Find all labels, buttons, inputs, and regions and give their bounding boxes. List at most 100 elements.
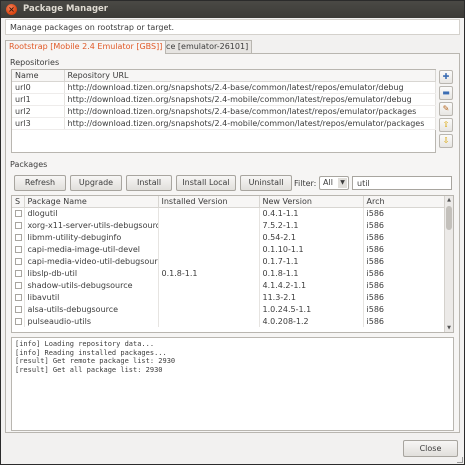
repository-row[interactable]: url1 http://download.tizen.org/snapshots/… [12, 93, 436, 106]
package-row[interactable]: libmm-utility-debuginfo 0.54-2.1 i586 [12, 231, 446, 243]
repository-row[interactable]: url2 http://download.tizen.org/snapshots/… [12, 105, 436, 118]
window-close-icon[interactable]: × [6, 4, 17, 15]
package-checkbox-cell[interactable] [12, 243, 25, 255]
remove-repository-button[interactable]: ▬ [439, 86, 453, 100]
package-manager-window: × Package Manager Manage packages on roo… [0, 0, 465, 465]
package-checkbox-cell[interactable] [12, 219, 25, 231]
package-arch: i586 [363, 219, 446, 231]
install-local-button[interactable]: Install Local [176, 175, 236, 191]
resize-grip-icon[interactable] [457, 457, 463, 463]
column-header-arch[interactable]: Arch [363, 196, 446, 208]
log-line: [info] Reading installed packages... [15, 348, 167, 357]
repository-row[interactable]: url3 http://download.tizen.org/snapshots/… [12, 117, 436, 130]
package-name: alsa-utils-debugsource [24, 303, 159, 315]
uninstall-button[interactable]: Uninstall [240, 175, 292, 191]
repositories-label: Repositories [10, 58, 60, 67]
package-checkbox[interactable] [15, 233, 22, 241]
package-checkbox[interactable] [15, 269, 22, 277]
package-arch: i586 [363, 231, 446, 243]
move-down-icon: ⇩ [442, 136, 450, 145]
new-version: 1.0.24.5-1.1 [259, 303, 364, 315]
header-message: Manage packages on rootstrap or target. [5, 19, 460, 35]
package-checkbox[interactable] [15, 317, 22, 325]
package-checkbox-cell[interactable] [12, 291, 25, 303]
move-down-repository-button[interactable]: ⇩ [439, 134, 453, 148]
package-name: capi-media-image-util-devel [24, 243, 159, 255]
repository-url: http://download.tizen.org/snapshots/2.4-… [64, 81, 436, 94]
package-checkbox-cell[interactable] [12, 255, 25, 267]
repository-row[interactable]: url0 http://download.tizen.org/snapshots/… [12, 81, 436, 94]
repositories-table: Name Repository URL url0 http://download.… [11, 69, 436, 153]
add-repository-button[interactable]: ✚ [439, 70, 453, 84]
new-version: 0.1.8-1.1 [259, 267, 364, 279]
package-checkbox-cell[interactable] [12, 231, 25, 243]
install-button[interactable]: Install [126, 175, 172, 191]
tab-rootstrap[interactable]: Rootstrap [Mobile 2.4 Emulator [GBS]] [5, 40, 167, 54]
move-up-icon: ⇧ [442, 120, 450, 129]
installed-version [158, 279, 260, 291]
scroll-thumb[interactable] [446, 206, 452, 230]
package-row[interactable]: dlogutil 0.4.1-1.1 i586 [12, 207, 446, 219]
package-name: pulseaudio-utils [24, 315, 159, 327]
column-header-package-name[interactable]: Package Name [24, 196, 159, 208]
new-version: 11.3-2.1 [259, 291, 364, 303]
repository-name: url1 [12, 93, 65, 106]
add-icon: ✚ [442, 72, 450, 81]
column-header-url[interactable]: Repository URL [64, 70, 436, 82]
package-checkbox-cell[interactable] [12, 207, 25, 219]
chevron-down-icon: ▼ [338, 178, 347, 188]
packages-label: Packages [10, 160, 48, 169]
close-button[interactable]: Close [403, 440, 458, 457]
installed-version [158, 243, 260, 255]
package-row[interactable]: capi-media-image-util-devel 0.1.10-1.1 i58… [12, 243, 446, 255]
scroll-up-icon[interactable]: ▲ [445, 196, 453, 204]
package-checkbox-cell[interactable] [12, 315, 25, 327]
package-checkbox[interactable] [15, 281, 22, 289]
package-checkbox[interactable] [15, 209, 22, 217]
log-line: [info] Loading repository data... [15, 340, 155, 348]
package-checkbox[interactable] [15, 305, 22, 313]
package-row[interactable]: shadow-utils-debugsource 4.1.4.2-1.1 i586 [12, 279, 446, 291]
scroll-down-icon[interactable]: ▼ [445, 324, 453, 332]
installed-version [158, 315, 260, 327]
package-arch: i586 [363, 315, 446, 327]
package-name: dlogutil [24, 207, 159, 219]
package-checkbox-cell[interactable] [12, 303, 25, 315]
package-row[interactable]: capi-media-video-util-debugsource 0.1.7-1… [12, 255, 446, 267]
package-checkbox-cell[interactable] [12, 279, 25, 291]
package-arch: i586 [363, 243, 446, 255]
package-arch: i586 [363, 303, 446, 315]
package-row[interactable]: libslp-db-util 0.1.8-1.1 0.1.8-1.1 i586 [12, 267, 446, 279]
package-checkbox-cell[interactable] [12, 267, 25, 279]
filter-input[interactable] [352, 176, 452, 190]
package-row[interactable]: pulseaudio-utils 4.0.208-1.2 i586 [12, 315, 446, 327]
package-row[interactable]: libavutil 11.3-2.1 i586 [12, 291, 446, 303]
package-arch: i586 [363, 255, 446, 267]
repository-url: http://download.tizen.org/snapshots/2.4-… [64, 117, 436, 130]
package-checkbox[interactable] [15, 245, 22, 253]
column-header-name[interactable]: Name [12, 70, 65, 82]
move-up-repository-button[interactable]: ⇧ [439, 118, 453, 132]
upgrade-button[interactable]: Upgrade [70, 175, 122, 191]
installed-version [158, 231, 260, 243]
edit-repository-button[interactable]: ✎ [439, 102, 453, 116]
package-checkbox[interactable] [15, 293, 22, 301]
title-bar: × Package Manager [1, 1, 464, 18]
package-arch: i586 [363, 267, 446, 279]
package-checkbox[interactable] [15, 257, 22, 265]
package-row[interactable]: alsa-utils-debugsource 1.0.24.5-1.1 i586 [12, 303, 446, 315]
package-row[interactable]: xorg-x11-server-utils-debugsource 7.5.2-1… [12, 219, 446, 231]
package-name: xorg-x11-server-utils-debugsource [24, 219, 159, 231]
package-name: shadow-utils-debugsource [24, 279, 159, 291]
packages-scrollbar[interactable]: ▲ ▼ [444, 196, 453, 332]
column-header-new-version[interactable]: New Version [259, 196, 364, 208]
filter-select[interactable]: All ▼ [319, 176, 349, 190]
package-arch: i586 [363, 207, 446, 219]
column-header-installed-version[interactable]: Installed Version [158, 196, 260, 208]
refresh-button[interactable]: Refresh [14, 175, 66, 191]
filter-label: Filter: [294, 179, 317, 188]
package-checkbox[interactable] [15, 221, 22, 229]
remove-icon: ▬ [442, 88, 450, 97]
column-header-status[interactable]: S [12, 196, 25, 208]
package-name: libavutil [24, 291, 159, 303]
